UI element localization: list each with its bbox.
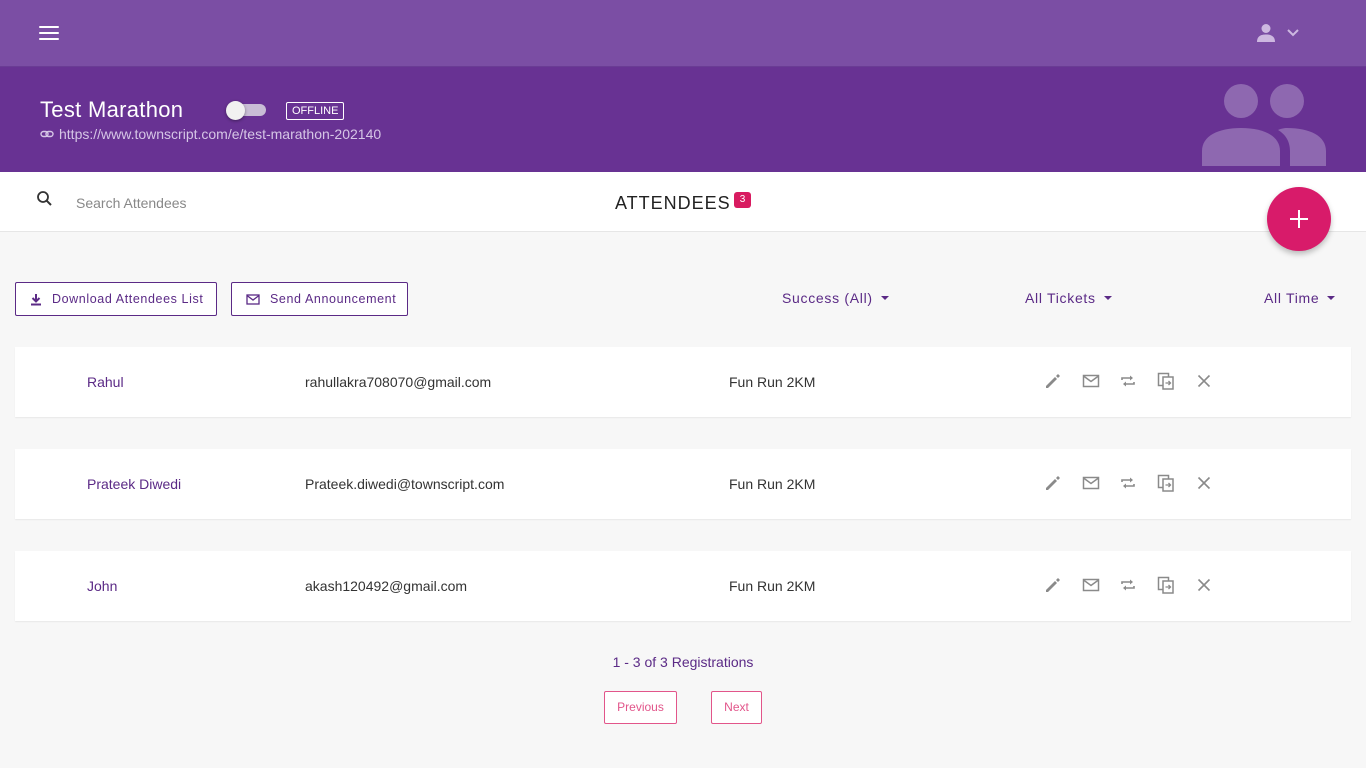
attendee-row: John akash120492@gmail.com Fun Run 2KM bbox=[15, 551, 1351, 621]
edit-action-button[interactable] bbox=[1042, 370, 1064, 392]
download-icon bbox=[31, 293, 41, 305]
attendees-count-badge: 3 bbox=[734, 192, 751, 208]
attendees-bar: ATTENDEES 3 bbox=[0, 172, 1366, 232]
edit-action-button[interactable] bbox=[1042, 472, 1064, 494]
edit-icon bbox=[1046, 374, 1060, 388]
search-icon[interactable] bbox=[36, 190, 54, 208]
caret-down-icon bbox=[1103, 296, 1112, 300]
add-attendee-button[interactable] bbox=[1267, 187, 1331, 251]
attendee-row: Rahul rahullakra708070@gmail.com Fun Run… bbox=[15, 347, 1351, 417]
send-announcement-button[interactable]: Send Announcement bbox=[231, 282, 408, 316]
repeat-action-button[interactable] bbox=[1117, 370, 1139, 392]
close-icon bbox=[1197, 476, 1211, 490]
repeat-action-button[interactable] bbox=[1117, 574, 1139, 596]
edit-icon bbox=[1046, 578, 1060, 592]
copy-icon bbox=[1157, 576, 1174, 594]
chevron-down-icon bbox=[1287, 29, 1299, 37]
event-title: Test Marathon bbox=[40, 97, 184, 122]
mail-action-button[interactable] bbox=[1080, 370, 1102, 392]
mail-icon bbox=[1082, 578, 1100, 592]
people-graphic-icon bbox=[1202, 84, 1326, 166]
previous-page-button[interactable]: Previous bbox=[604, 691, 677, 724]
attendee-row: Prateek Diwedi Prateek.diwedi@townscript… bbox=[15, 449, 1351, 519]
close-action-button[interactable] bbox=[1193, 472, 1215, 494]
top-app-bar bbox=[0, 0, 1366, 67]
status-filter-dropdown[interactable]: Success (All) bbox=[782, 290, 889, 306]
repeat-icon bbox=[1121, 579, 1135, 591]
copy-icon bbox=[1157, 474, 1174, 492]
close-action-button[interactable] bbox=[1193, 574, 1215, 596]
repeat-action-button[interactable] bbox=[1117, 472, 1139, 494]
time-filter-dropdown[interactable]: All Time bbox=[1264, 290, 1336, 306]
status-badge: OFFLINE bbox=[286, 102, 345, 120]
mail-icon bbox=[1082, 476, 1100, 490]
send-announcement-label: Send Announcement bbox=[270, 292, 397, 306]
next-page-button[interactable]: Next bbox=[711, 691, 762, 724]
attendee-name[interactable]: Rahul bbox=[87, 374, 124, 390]
copy-action-button[interactable] bbox=[1155, 472, 1177, 494]
event-url-link[interactable]: https://www.townscript.com/e/test-marath… bbox=[40, 126, 381, 142]
event-url-text: https://www.townscript.com/e/test-marath… bbox=[59, 126, 382, 142]
mail-icon bbox=[246, 293, 260, 305]
download-attendees-button[interactable]: Download Attendees List bbox=[15, 282, 217, 316]
user-menu[interactable] bbox=[1254, 20, 1302, 46]
close-icon bbox=[1197, 578, 1211, 592]
caret-down-icon bbox=[1327, 296, 1336, 300]
hamburger-menu-icon[interactable] bbox=[36, 22, 62, 44]
online-toggle[interactable] bbox=[226, 101, 268, 120]
attendee-ticket: Fun Run 2KM bbox=[729, 578, 816, 594]
search-input[interactable] bbox=[76, 191, 336, 215]
caret-down-icon bbox=[880, 296, 889, 300]
attendees-title: ATTENDEES bbox=[615, 193, 731, 213]
attendee-email: Prateek.diwedi@townscript.com bbox=[305, 476, 505, 492]
attendee-name[interactable]: Prateek Diwedi bbox=[87, 476, 181, 492]
event-header: Test Marathon OFFLINE https://www.townsc… bbox=[0, 67, 1366, 172]
repeat-icon bbox=[1121, 477, 1135, 489]
time-filter-value: All Time bbox=[1264, 290, 1320, 306]
edit-action-button[interactable] bbox=[1042, 574, 1064, 596]
tickets-filter-dropdown[interactable]: All Tickets bbox=[1025, 290, 1112, 306]
download-attendees-label: Download Attendees List bbox=[52, 292, 204, 306]
close-icon bbox=[1197, 374, 1211, 388]
attendee-email: akash120492@gmail.com bbox=[305, 578, 468, 594]
status-filter-value: Success (All) bbox=[782, 290, 873, 306]
attendee-name[interactable]: John bbox=[87, 578, 117, 594]
mail-action-button[interactable] bbox=[1080, 574, 1102, 596]
tickets-filter-value: All Tickets bbox=[1025, 290, 1096, 306]
link-icon bbox=[40, 130, 54, 138]
attendee-ticket: Fun Run 2KM bbox=[729, 476, 816, 492]
pagination-info: 1 - 3 of 3 Registrations bbox=[612, 654, 754, 670]
close-action-button[interactable] bbox=[1193, 370, 1215, 392]
copy-action-button[interactable] bbox=[1155, 574, 1177, 596]
edit-icon bbox=[1046, 476, 1060, 490]
mail-action-button[interactable] bbox=[1080, 472, 1102, 494]
repeat-icon bbox=[1121, 375, 1135, 387]
copy-icon bbox=[1157, 372, 1174, 390]
attendee-email: rahullakra708070@gmail.com bbox=[305, 374, 492, 390]
mail-icon bbox=[1082, 374, 1100, 388]
copy-action-button[interactable] bbox=[1155, 370, 1177, 392]
user-icon bbox=[1257, 24, 1275, 42]
attendee-ticket: Fun Run 2KM bbox=[729, 374, 816, 390]
